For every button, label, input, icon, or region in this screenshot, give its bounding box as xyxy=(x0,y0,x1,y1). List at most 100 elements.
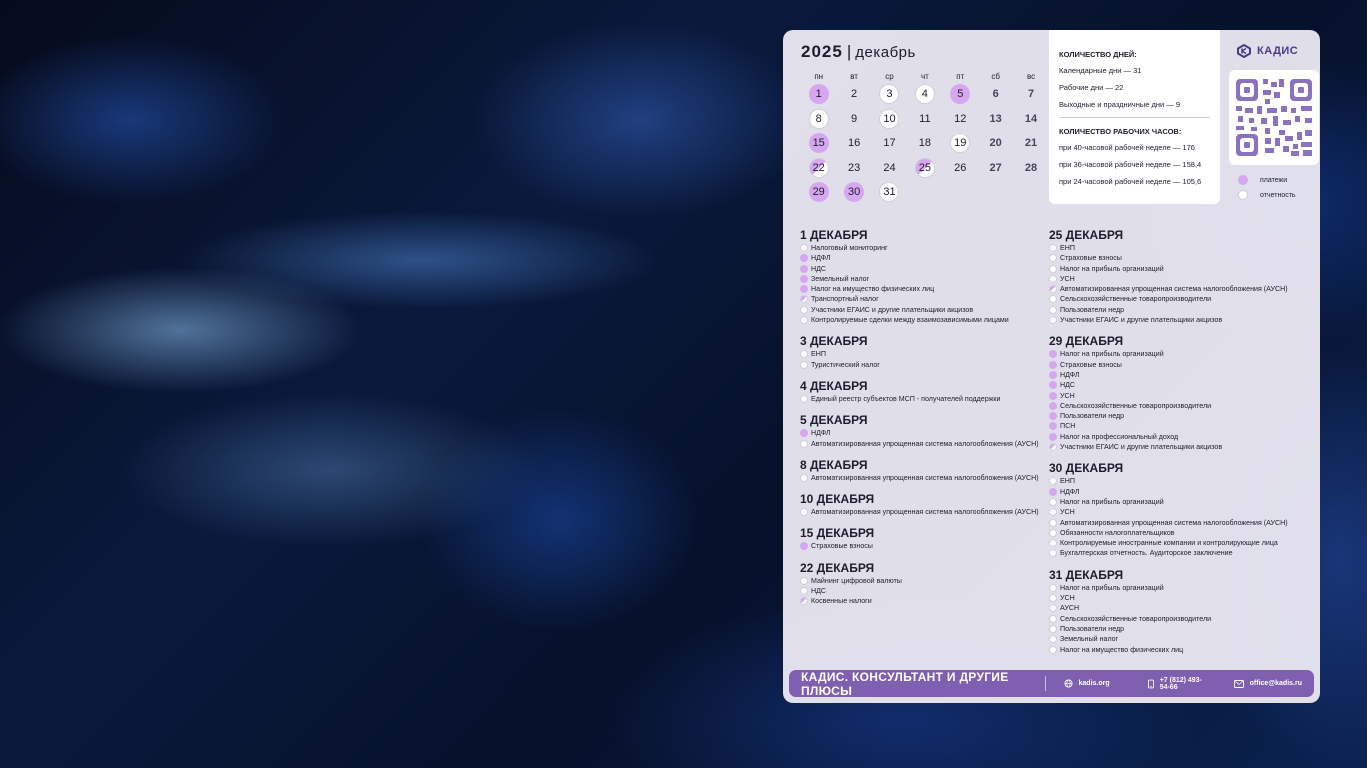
day-number: 5 xyxy=(950,84,971,104)
event-item-label: НДС xyxy=(811,264,827,273)
event-item: Земельный налог xyxy=(1049,634,1319,644)
day-cell[interactable]: 21 xyxy=(1013,133,1048,158)
event-item-label: УСН xyxy=(1060,391,1075,400)
day-cell[interactable]: 3 xyxy=(872,84,907,109)
day-cell[interactable]: 18 xyxy=(907,133,942,158)
day-cell[interactable]: 24 xyxy=(872,158,907,183)
report-dot-icon xyxy=(800,360,808,369)
footer-site[interactable]: kadis.org xyxy=(1063,679,1110,688)
day-cell[interactable]: 7 xyxy=(1013,84,1048,109)
day-cell[interactable]: 4 xyxy=(907,84,942,109)
day-cell[interactable]: 9 xyxy=(836,109,871,134)
event-item: УСН xyxy=(1049,593,1319,603)
mixed-dot-icon xyxy=(1049,285,1057,294)
event-item: Пользователи недр xyxy=(1049,305,1319,315)
event-item: Контролируемые иностранные компании и ко… xyxy=(1049,538,1319,548)
event-item: Земельный налог xyxy=(800,274,1050,284)
day-number: 1 xyxy=(808,84,829,104)
day-number: 29 xyxy=(808,182,829,203)
event-item: Туристический налог xyxy=(800,360,1050,370)
event-item: Налоговый мониторинг xyxy=(800,243,1050,253)
phone-icon xyxy=(1147,679,1154,688)
event-group: 1 ДЕКАБРЯ Налоговый мониторинг НДФЛ НДС Земе… xyxy=(800,228,1050,325)
day-cell[interactable]: 15 xyxy=(801,133,836,158)
event-item-label: УСН xyxy=(1060,274,1075,283)
day-number: 4 xyxy=(914,84,935,104)
event-item-label: Сельскохозяйственные товаропроизводители xyxy=(1060,401,1212,410)
day-cell[interactable]: 14 xyxy=(1013,109,1048,134)
day-cell[interactable]: 16 xyxy=(836,133,871,158)
day-cell[interactable]: 2 xyxy=(836,84,871,109)
event-item: Сельскохозяйственные товаропроизводители xyxy=(1049,614,1319,624)
event-item-label: Пользователи недр xyxy=(1060,624,1125,633)
day-cell[interactable]: 28 xyxy=(1013,158,1048,183)
day-cell[interactable]: 23 xyxy=(836,158,871,183)
day-number: 17 xyxy=(883,137,896,150)
event-item: НДФЛ xyxy=(1049,487,1319,497)
day-cell[interactable]: 30 xyxy=(836,182,871,207)
day-cell[interactable]: 13 xyxy=(978,109,1013,134)
day-cell[interactable]: 17 xyxy=(872,133,907,158)
weekday-label: вс xyxy=(1026,72,1036,81)
day-cell[interactable]: 20 xyxy=(978,133,1013,158)
event-item-label: НДФЛ xyxy=(1060,370,1080,379)
report-dot-icon xyxy=(800,473,808,482)
weekday-header: пн вт ср чт пт сб вс xyxy=(801,72,1041,81)
day-number: 9 xyxy=(851,112,858,125)
footer-phone[interactable]: +7 (812) 493-54-66 xyxy=(1147,677,1212,691)
event-item-label: НДФЛ xyxy=(811,254,831,263)
event-item-label: Единый реестр субъектов МСП - получателе… xyxy=(811,394,1001,403)
report-dot-icon xyxy=(800,316,808,325)
event-item: Страховые взносы xyxy=(1049,360,1319,370)
day-cell[interactable]: 29 xyxy=(801,182,836,207)
legend-payments: платежи xyxy=(1238,175,1296,185)
weekday-label: сб xyxy=(991,72,1000,81)
weekday-label: чт xyxy=(920,72,929,81)
footer-bar: КАДИС. КОНСУЛЬТАНТ И ДРУГИЕ ПЛЮСЫ kadis.… xyxy=(789,670,1314,698)
day-number: 16 xyxy=(847,137,861,150)
day-cell[interactable]: 5 xyxy=(943,84,978,109)
event-item-label: Бухгалтерская отчетность. Аудиторское за… xyxy=(1060,549,1233,558)
kadis-logo-icon xyxy=(1237,44,1251,58)
day-cell[interactable]: 19 xyxy=(943,133,978,158)
event-item: ЕНП xyxy=(1049,243,1319,253)
event-item-label: Контролируемые сделки между взаимозависи… xyxy=(811,316,1009,325)
day-cell[interactable]: 26 xyxy=(943,158,978,183)
day-cell[interactable]: 12 xyxy=(943,109,978,134)
footer-email[interactable]: office@kadis.ru xyxy=(1233,679,1302,688)
day-cell[interactable]: 22 xyxy=(801,157,836,183)
event-item-label: Страховые взносы xyxy=(811,542,873,551)
qr-code[interactable] xyxy=(1229,70,1319,165)
event-item: Участники ЕГАИС и другие плательщики акц… xyxy=(800,305,1050,315)
footer-phone-text[interactable]: +7 (812) 493-54-66 xyxy=(1160,677,1212,691)
payment-dot-icon xyxy=(1049,412,1057,421)
day-number: 6 xyxy=(992,88,999,100)
day-number: 26 xyxy=(954,161,967,174)
brand-name: КАДИС xyxy=(1257,45,1299,57)
day-cell[interactable]: 1 xyxy=(801,84,836,109)
event-item: Майнинг цифровой валюты xyxy=(800,576,1050,586)
report-dot-icon xyxy=(1049,316,1057,325)
day-number: 25 xyxy=(914,157,935,178)
day-cell[interactable]: 10 xyxy=(872,108,907,134)
payment-dot-icon xyxy=(800,542,808,551)
event-item: Страховые взносы xyxy=(800,541,1050,551)
day-cell[interactable]: 31 xyxy=(872,182,907,207)
day-cell[interactable]: 11 xyxy=(907,109,942,134)
footer-email-text[interactable]: office@kadis.ru xyxy=(1250,680,1302,687)
day-cell[interactable]: 8 xyxy=(801,108,836,134)
day-number: 2 xyxy=(851,88,858,100)
reports-dot-icon xyxy=(1238,190,1248,200)
day-number: 24 xyxy=(883,161,896,174)
weekday-label: ср xyxy=(885,72,894,81)
report-dot-icon xyxy=(800,244,808,252)
event-item-label: Налог на имущество физических лиц xyxy=(1060,645,1184,654)
report-dot-icon xyxy=(1049,305,1057,314)
payment-dot-icon xyxy=(800,274,808,283)
day-grid: 1 2 3 4 5 6 7 8 9 10 11 12 13 14 15 16 17 18 19 20 21 22 23 24 2… xyxy=(801,84,1041,207)
footer-site-text[interactable]: kadis.org xyxy=(1079,680,1110,687)
day-cell[interactable]: 6 xyxy=(978,84,1013,109)
days-count-title: КОЛИЧЕСТВО ДНЕЙ: xyxy=(1059,50,1137,59)
day-cell[interactable]: 27 xyxy=(978,158,1013,183)
day-cell[interactable]: 25 xyxy=(907,157,942,183)
